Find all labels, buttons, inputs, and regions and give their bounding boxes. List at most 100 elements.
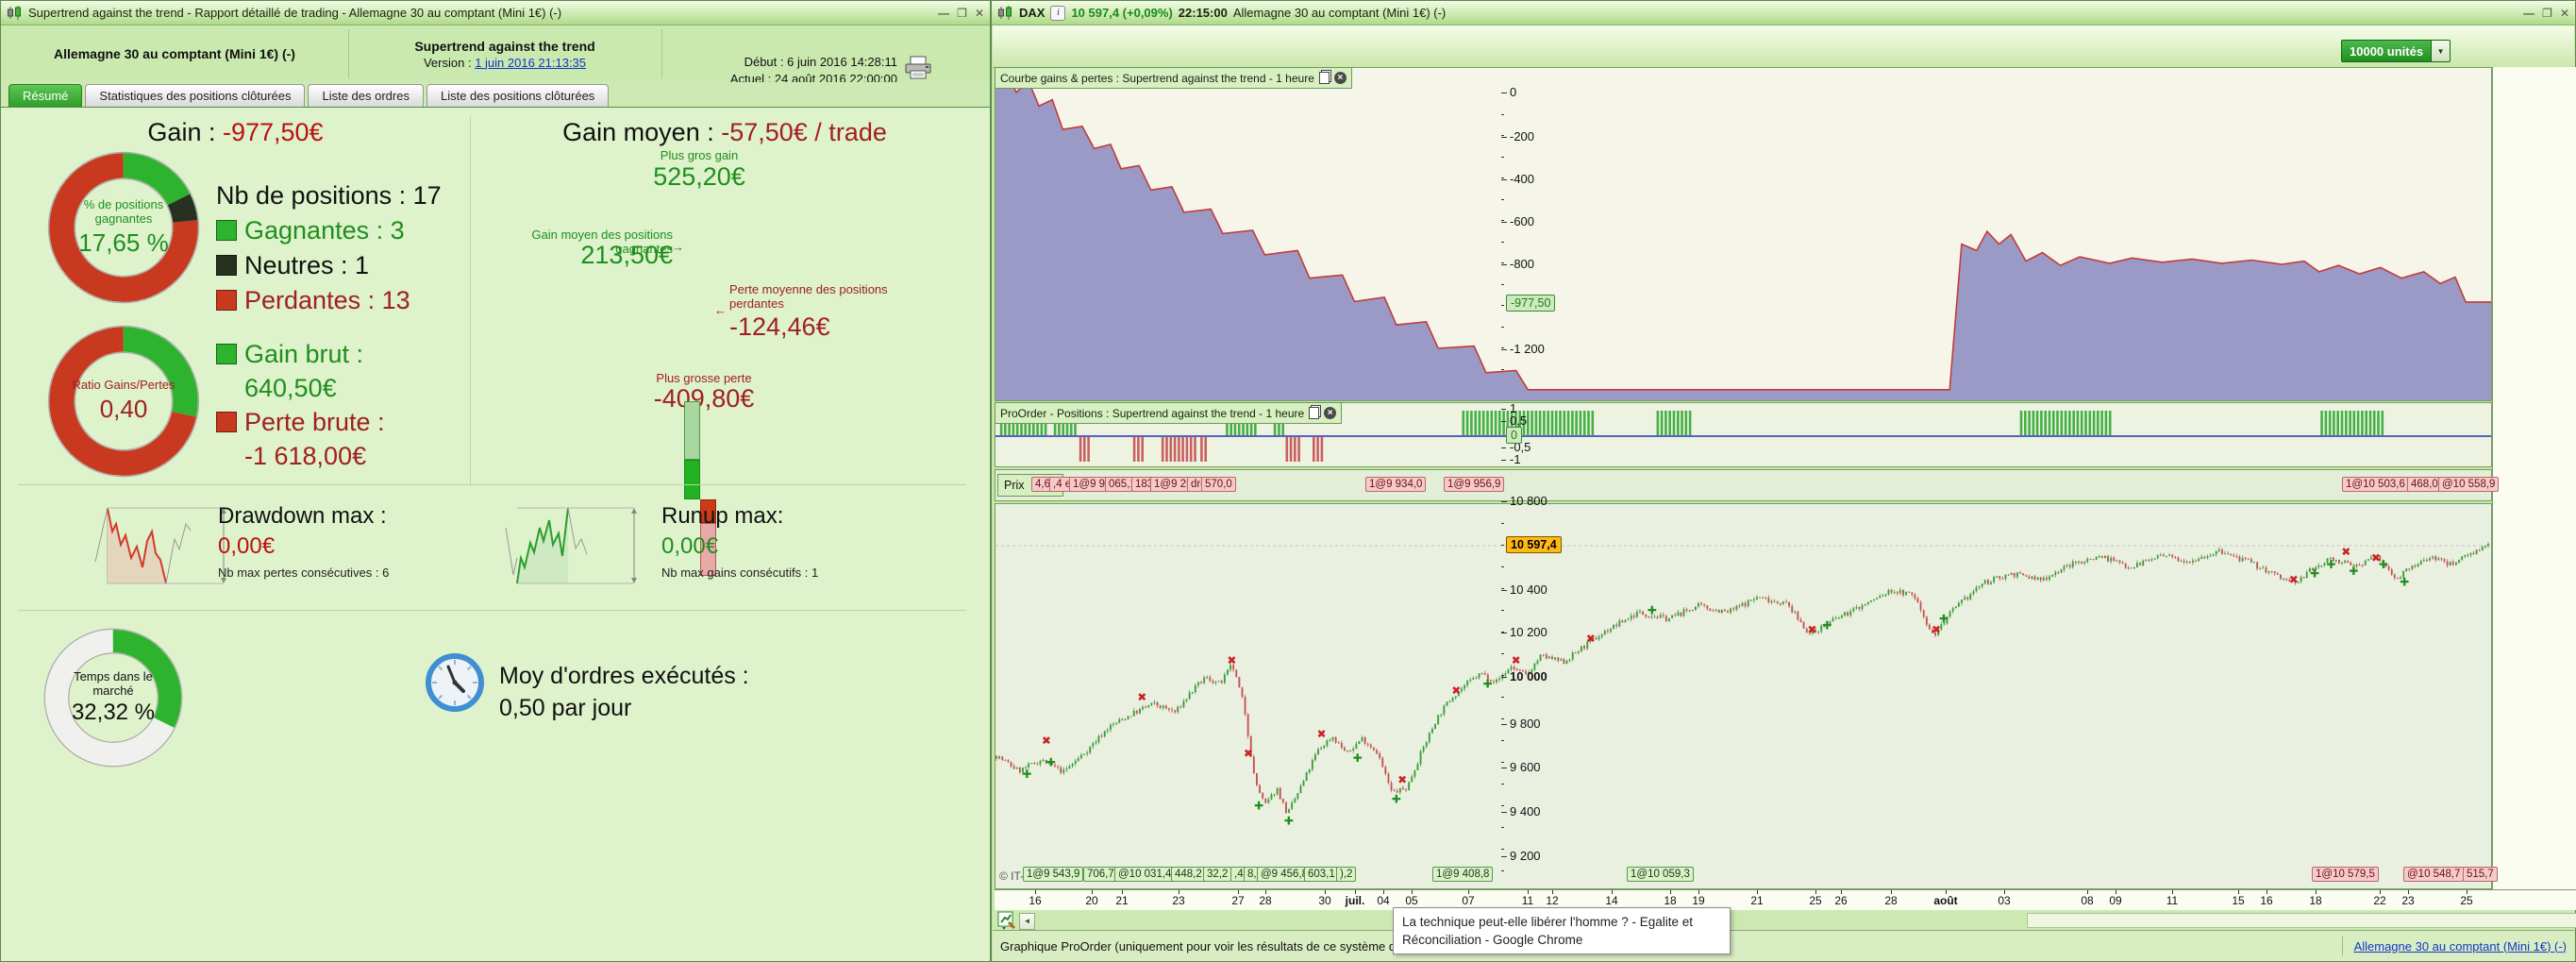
x-axis-tick [2408, 890, 2409, 894]
x-axis-label: 19 [1692, 894, 1705, 907]
tab-statistiques[interactable]: Statistiques des positions clôturées [85, 84, 306, 107]
gross-legend: Gain brut : 640,50€ Perte brute : -1 618… [216, 337, 385, 473]
copy-price-icon[interactable] [1045, 479, 1057, 492]
positions-pane-title: ProOrder - Positions : Supertrend agains… [1000, 406, 1305, 420]
equity-curve [995, 73, 2491, 400]
equity-pane-header[interactable]: Courbe gains & pertes : Supertrend again… [995, 67, 1352, 89]
restore-button[interactable]: ❐ [957, 7, 967, 20]
x-axis-label: juil. [1345, 894, 1365, 907]
svg-text:✖: ✖ [2341, 545, 2350, 558]
x-axis-tick [1355, 890, 1356, 894]
x-axis-label: 27 [1231, 894, 1245, 907]
x-axis-strip: 16 20 21 23 27 28 30 juil. 04 05 07 11 12 14 18 19 21 25 2… [995, 889, 2576, 910]
close-pane-icon[interactable]: × [1333, 72, 1347, 84]
x-axis-tick [1946, 890, 1947, 894]
version-label: Version : [423, 55, 472, 70]
wrench-icon[interactable] [1029, 479, 1042, 492]
chart-instrument: Allemagne 30 au comptant (Mini 1€) (-) [1232, 6, 1447, 20]
donut1-value: 17,65 % [78, 228, 169, 257]
svg-text:✚: ✚ [1022, 768, 1031, 781]
gain-value: -977,50€ [222, 118, 324, 146]
close-button[interactable]: ✕ [975, 7, 984, 20]
svg-text:✖: ✖ [1244, 747, 1253, 760]
edit-chart-icon[interactable] [997, 911, 1017, 930]
positions-legend: Nb de positions : 17 Gagnantes : 3 Neutr… [216, 178, 442, 318]
x-axis-tick [1035, 890, 1036, 894]
runup-sparkline [505, 507, 637, 584]
svg-text:✚: ✚ [2379, 558, 2388, 571]
tab-liste-ordres[interactable]: Liste des ordres [308, 84, 424, 107]
report-instrument: Allemagne 30 au comptant (Mini 1€) (-) [54, 46, 295, 61]
donut2-value: 0,40 [99, 395, 148, 424]
minimize-button2[interactable]: — [2523, 7, 2534, 20]
neutral-count: Neutres : 1 [244, 251, 370, 279]
nb-positions: Nb de positions : 17 [216, 181, 442, 210]
quote-time: 22:15:00 [1178, 6, 1228, 20]
positions-pane-header[interactable]: ProOrder - Positions : Supertrend agains… [995, 402, 1343, 424]
report-header: Allemagne 30 au comptant (Mini 1€) (-) S… [1, 25, 990, 86]
svg-text:✖: ✖ [1397, 773, 1407, 786]
won-count: Gagnantes : 3 [244, 216, 405, 245]
svg-text:✖: ✖ [1451, 684, 1461, 698]
svg-text:✚: ✚ [1822, 619, 1832, 633]
system-name: Supertrend against the trend [414, 38, 595, 54]
tab-liste-positions[interactable]: Liste des positions clôturées [426, 84, 610, 107]
x-axis-label: 26 [1834, 894, 1848, 907]
svg-text:✖: ✖ [2289, 573, 2299, 586]
x-axis-label: 25 [1809, 894, 1822, 907]
statusbar-text: Graphique ProOrder (uniquement pour voir… [1000, 938, 1448, 954]
version-link[interactable]: 1 juin 2016 21:13:35 [475, 56, 586, 70]
tooltip-line1: La technique peut-elle libérer l'homme ?… [1402, 915, 1694, 929]
tab-resume[interactable]: Résumé [8, 84, 83, 107]
price-row-label-box[interactable]: Prix [997, 474, 1063, 497]
svg-text:✚: ✚ [1046, 755, 1056, 768]
separator-2 [18, 610, 966, 611]
x-axis-tick [2087, 890, 2088, 894]
x-axis-tick [1265, 890, 1266, 894]
units-button[interactable]: 10000 unités ▼ [2341, 40, 2451, 62]
x-axis-tick [1891, 890, 1892, 894]
debut-value: 6 juin 2016 14:28:11 [787, 55, 897, 69]
won-square-icon [216, 220, 237, 241]
equity-pane[interactable] [995, 67, 2492, 401]
x-axis-tick [1612, 890, 1613, 894]
scroll-left-button[interactable]: ◄ [1019, 913, 1035, 930]
close-button2[interactable]: ✕ [2560, 7, 2569, 20]
price-row: Prix [995, 469, 2492, 501]
close-pane-icon2[interactable]: × [1324, 407, 1337, 419]
price-pane[interactable]: ✖ ✖ ✖ ✖ ✖ ✖ ✖ ✖ ✖ ✖ ✖ ✖ ✖ ✖ ✚ ✚ ✚ ✚ ✚ ✚ ✚ ✚ ✚ ✚ ✚ ✚ ✚ ✚ ✚ [995, 503, 2492, 889]
time-in-market-donut: Temps dans le marché 32,32 % [42, 627, 184, 768]
svg-text:✚: ✚ [2326, 558, 2335, 571]
chart-toolbar [993, 25, 2574, 68]
orders-per-day: Moy d'ordres exécutés : 0,50 par jour [499, 660, 749, 724]
svg-text:✚: ✚ [1284, 815, 1294, 828]
x-axis-tick [1698, 890, 1699, 894]
x-axis-label: 04 [1377, 894, 1390, 907]
waterfall-bar [684, 459, 700, 499]
minimize-button[interactable]: — [938, 7, 949, 20]
restore-button2[interactable]: ❐ [2542, 7, 2552, 20]
max-gain-value: 525,20€ [653, 162, 745, 191]
svg-text:✖: ✖ [1512, 653, 1521, 667]
avg-gain-value: -57,50€ / trade [721, 118, 887, 146]
statusbar-instrument-link[interactable]: Allemagne 30 au comptant (Mini 1€) (-) [2354, 939, 2567, 954]
donut3-label2: marché [92, 684, 134, 698]
info-icon[interactable]: i [1050, 5, 1066, 21]
gross-gain-value: 640,50€ [244, 374, 337, 402]
lost-count: Perdantes : 13 [244, 286, 410, 314]
x-axis-label: 22 [2373, 894, 2386, 907]
neutral-square-icon [216, 255, 237, 276]
copy-pane-icon2[interactable] [1309, 407, 1320, 419]
y-axis-column [2492, 67, 2576, 889]
x-axis-tick [1552, 890, 1553, 894]
copy-pane-icon[interactable] [1318, 72, 1330, 84]
avg-loss-label2: perdantes [729, 296, 784, 311]
chart-scrollbar[interactable] [2027, 913, 2576, 928]
x-axis-tick [1841, 890, 1842, 894]
units-dropdown-icon[interactable]: ▼ [2432, 40, 2451, 62]
svg-text:✖: ✖ [1586, 632, 1596, 645]
x-axis-label: 28 [1259, 894, 1272, 907]
gross-gain-square-icon [216, 344, 237, 364]
svg-text:✚: ✚ [2349, 565, 2358, 578]
print-icon[interactable] [903, 56, 933, 80]
